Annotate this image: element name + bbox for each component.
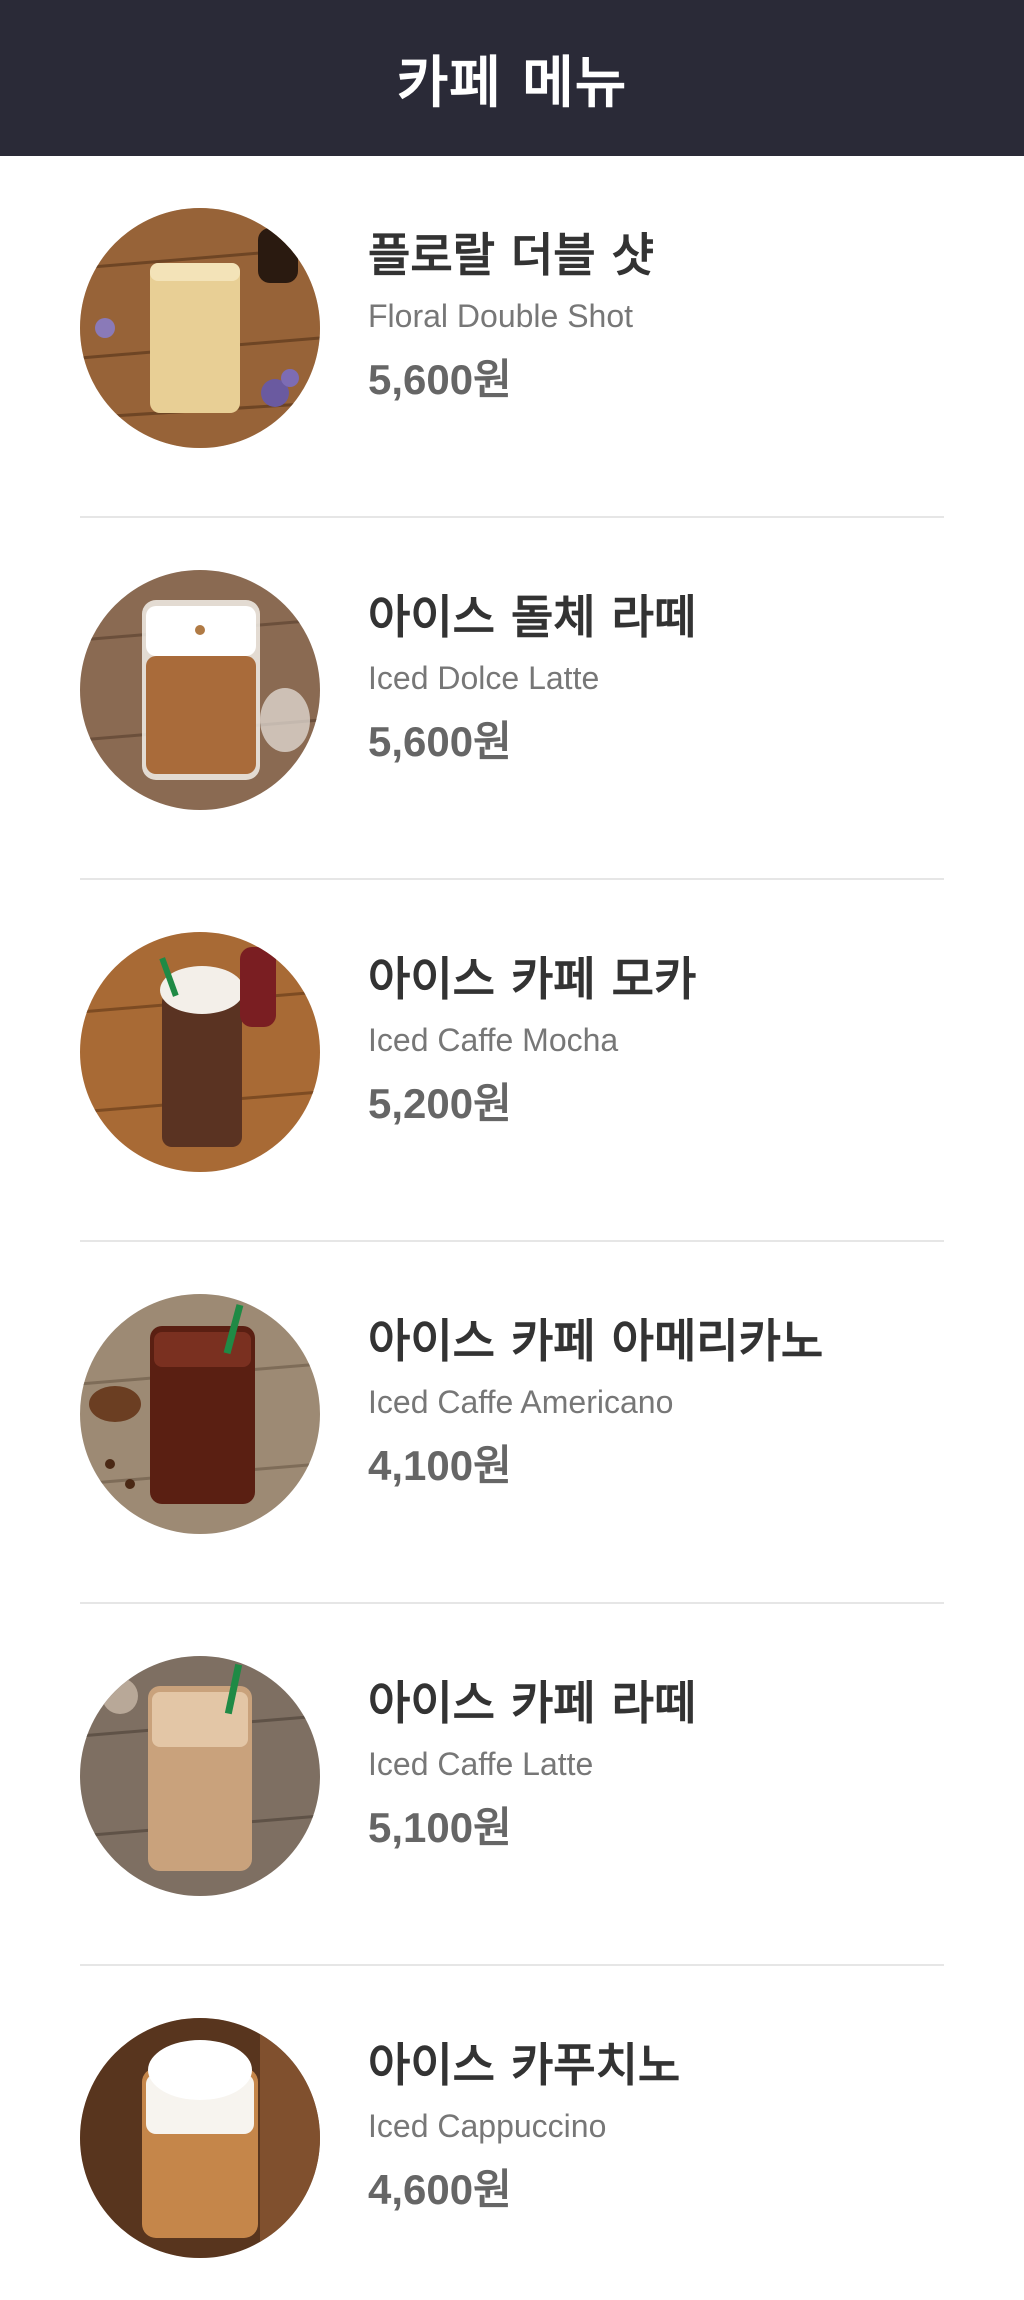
menu-item-text: 아이스 카페 라떼 Iced Caffe Latte 5,100원: [368, 1674, 928, 1856]
page-title: 카페 메뉴: [396, 50, 628, 116]
menu-item-english-name: Iced Dolce Latte: [368, 660, 600, 696]
iced-caffe-latte-image: [80, 1656, 320, 1896]
menu-item-iced-caffe-latte[interactable]: 아이스 카페 라떼 Iced Caffe Latte 5,100원: [80, 1604, 944, 1966]
menu-item-text: 아이스 카페 아메리카노 Iced Caffe Americano 4,100원: [368, 1312, 928, 1494]
menu-item-iced-caffe-mocha[interactable]: 아이스 카페 모카 Iced Caffe Mocha 5,200원: [80, 880, 944, 1242]
menu-item-name: 플로랄 더블 샷: [368, 228, 654, 282]
menu-item-text: 플로랄 더블 샷 Floral Double Shot 5,600원: [368, 226, 928, 408]
iced-dolce-latte-icon: [80, 570, 320, 810]
menu-item-name: 아이스 카페 아메리카노: [368, 1314, 824, 1368]
menu-item-price: 5,600원: [368, 718, 512, 765]
app-header: 카페 메뉴: [0, 0, 1024, 156]
iced-cappuccino-icon: [80, 2018, 320, 2258]
menu-item-english-name: Iced Caffe Latte: [368, 1746, 594, 1782]
menu-item-price: 5,200원: [368, 1080, 512, 1127]
menu-item-floral-double-shot[interactable]: 플로랄 더블 샷 Floral Double Shot 5,600원: [80, 156, 944, 518]
iced-caffe-latte-icon: [80, 1656, 320, 1896]
menu-item-name: 아이스 카페 라떼: [368, 1676, 697, 1730]
menu-item-price: 4,100원: [368, 1442, 512, 1489]
menu-item-text: 아이스 돌체 라떼 Iced Dolce Latte 5,600원: [368, 588, 928, 770]
menu-item-price: 4,600원: [368, 2166, 512, 2213]
menu-item-english-name: Iced Caffe Mocha: [368, 1022, 619, 1058]
iced-caffe-americano-image: [80, 1294, 320, 1534]
menu-item-iced-cappuccino[interactable]: 아이스 카푸치노 Iced Cappuccino 4,600원: [80, 1966, 944, 2300]
floral-double-shot-icon: [80, 208, 320, 448]
iced-caffe-americano-icon: [80, 1294, 320, 1534]
floral-double-shot-image: [80, 208, 320, 448]
menu-item-english-name: Iced Caffe Americano: [368, 1384, 674, 1420]
menu-item-english-name: Iced Cappuccino: [368, 2108, 607, 2144]
menu-item-price: 5,100원: [368, 1804, 512, 1851]
menu-item-name: 아이스 돌체 라떼: [368, 590, 697, 644]
iced-cappuccino-image: [80, 2018, 320, 2258]
menu-item-text: 아이스 카푸치노 Iced Cappuccino 4,600원: [368, 2036, 928, 2218]
menu-item-iced-dolce-latte[interactable]: 아이스 돌체 라떼 Iced Dolce Latte 5,600원: [80, 518, 944, 880]
iced-dolce-latte-image: [80, 570, 320, 810]
iced-caffe-mocha-icon: [80, 932, 320, 1172]
menu-item-price: 5,600원: [368, 356, 512, 403]
menu-item-name: 아이스 카페 모카: [368, 952, 697, 1006]
menu-item-english-name: Floral Double Shot: [368, 298, 634, 334]
cafe-menu-app: 카페 메뉴 플로랄 더블 샷 Floral Double Shot 5,600원…: [0, 0, 1024, 2300]
menu-item-name: 아이스 카푸치노: [368, 2038, 681, 2092]
iced-caffe-mocha-image: [80, 932, 320, 1172]
menu-item-iced-caffe-americano[interactable]: 아이스 카페 아메리카노 Iced Caffe Americano 4,100원: [80, 1242, 944, 1604]
menu-item-text: 아이스 카페 모카 Iced Caffe Mocha 5,200원: [368, 950, 928, 1132]
